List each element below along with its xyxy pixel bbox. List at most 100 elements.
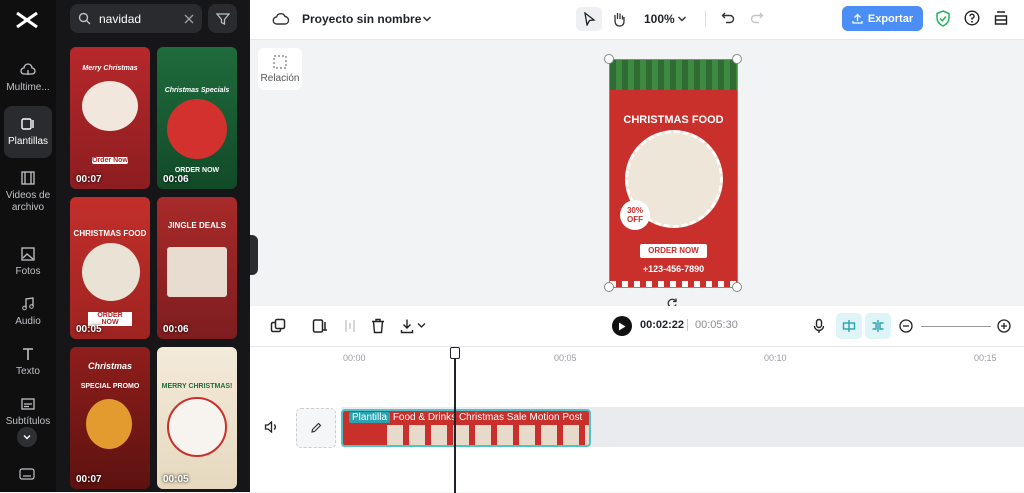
template-card[interactable]: Christmas Specials ORDER NOW 00:06 [157,47,237,189]
cloud-upload-icon [20,63,36,75]
sidebar-item-label: Plantillas [7,136,49,147]
time-tick: 00:10 [764,353,787,363]
filter-button[interactable] [208,4,237,33]
project-name[interactable]: Proyecto sin nombre [302,12,421,26]
music-note-icon [22,297,34,311]
canvas-cta: ORDER NOW [640,244,707,258]
template-card[interactable]: JINGLE DEALS 00:06 [157,197,237,339]
download-icon[interactable] [400,318,414,334]
help-icon[interactable] [964,10,980,26]
discount-badge: 30% OFF [620,200,650,230]
template-card[interactable]: MERRY CHRISTMAS! 00:05 [157,347,237,489]
template-card[interactable]: CHRISTMAS FOOD ORDER NOW 00:05 [70,197,150,339]
resize-handle[interactable] [732,54,742,64]
redo-icon[interactable] [750,11,764,25]
timeline: 00:00 00:05 00:10 00:15 Plantilla Food &… [250,346,1024,493]
zoom-slider[interactable] [921,326,991,327]
trash-icon[interactable] [371,318,385,334]
play-icon [619,322,626,330]
current-time: 00:02:22 [640,319,685,331]
capcut-logo-icon [16,11,38,29]
select-tool-button[interactable] [576,7,602,31]
keyboard-icon[interactable] [19,467,35,481]
undo-icon[interactable] [721,11,735,25]
filter-icon [215,12,230,25]
template-card[interactable]: Christmas SPECIAL PROMO 00:07 [70,347,150,489]
sidebar-item-label: Fotos [15,266,41,277]
export-label: Exportar [867,12,914,25]
sidebar-item-subtitles[interactable]: Subtítulos [4,396,52,428]
resize-handle[interactable] [604,282,614,292]
playhead[interactable] [454,347,456,493]
search-icon [78,12,91,25]
template-title: Christmas [87,361,132,371]
clip-thumbnails [387,425,589,445]
sidebar-item-stock-videos[interactable]: Videos de archivo [4,170,52,228]
clip-label: Plantilla Food & Drinks Christmas Sale M… [349,412,582,423]
sidebar-item-label: Videos de archivo [5,190,51,213]
template-duration: 00:07 [76,474,102,485]
sidebar-item-label: Multime... [6,82,50,93]
resize-handle[interactable] [732,282,742,292]
volume-icon[interactable] [264,421,278,433]
layers-menu-icon[interactable] [994,10,1008,26]
text-icon [23,348,33,360]
sidebar-item-audio[interactable]: Audio [4,296,52,328]
template-cta: ORDER NOW [174,167,220,174]
aspect-ratio-button[interactable]: Relación [258,48,302,90]
export-button[interactable]: Exportar [842,6,923,31]
resize-handle[interactable] [604,54,614,64]
shield-check-icon[interactable] [936,10,950,27]
clear-search-icon[interactable] [184,14,194,24]
snap-icon [842,320,856,332]
chevron-down-icon[interactable] [677,15,687,23]
chevron-down-icon [23,435,31,440]
template-clip[interactable]: Plantilla Food & Drinks Christmas Sale M… [341,409,591,447]
chevron-down-icon[interactable] [417,322,426,329]
split-template-icon[interactable] [312,318,328,334]
template-duration: 00:05 [163,474,189,485]
chevron-down-icon[interactable] [422,15,432,23]
left-sidebar: Multime... Plantillas Videos de archivo … [0,0,56,492]
template-title: MERRY CHRISTMAS! [161,383,233,390]
align-center-icon [872,320,884,332]
cursor-icon [583,12,596,26]
clip-tag: Plantilla [349,412,391,423]
zoom-in-icon[interactable] [997,319,1011,333]
sidebar-item-text[interactable]: Texto [4,346,52,378]
search-box[interactable]: navidad [70,4,202,33]
microphone-icon[interactable] [813,318,825,334]
template-title: JINGLE DEALS [167,221,227,230]
template-card[interactable]: Merry Christmas Order Now 00:07 [70,47,150,189]
search-input[interactable]: navidad [99,12,176,26]
top-toolbar: Proyecto sin nombre 100% Exportar [250,0,1024,40]
split-icon[interactable] [343,318,357,334]
cloud-icon[interactable] [272,11,290,27]
link-toggle[interactable] [865,313,891,339]
magnet-snap-toggle[interactable] [836,313,862,339]
film-icon [21,171,35,185]
sidebar-item-templates[interactable]: Plantillas [4,106,52,158]
sidebar-item-photos[interactable]: Fotos [4,246,52,278]
playhead-handle[interactable] [450,347,460,359]
image-icon [21,247,35,261]
candy-stripe [610,281,737,287]
collapse-panel-handle[interactable] [250,235,258,275]
ratio-label: Relación [260,73,300,84]
expand-more-button[interactable] [17,427,37,447]
preview-canvas[interactable]: CHRISTMAS FOOD 30% OFF ORDER NOW +123-45… [610,60,737,287]
zoom-level[interactable]: 100% [644,12,675,26]
play-button[interactable] [612,316,632,336]
canvas-phone: +123-456-7890 [642,264,705,274]
template-duration: 00:05 [76,324,102,335]
total-duration: 00:05:30 [695,319,738,331]
cover-edit-button[interactable] [296,408,336,448]
replace-media-icon[interactable] [270,318,286,334]
zoom-out-icon[interactable] [899,319,913,333]
sidebar-item-multimedia[interactable]: Multime... [4,62,52,98]
hand-icon[interactable] [612,11,626,27]
canvas-title: CHRISTMAS FOOD [623,114,724,126]
ratio-icon [273,55,287,69]
pencil-icon [311,422,322,433]
template-cta: Order Now [92,157,128,164]
